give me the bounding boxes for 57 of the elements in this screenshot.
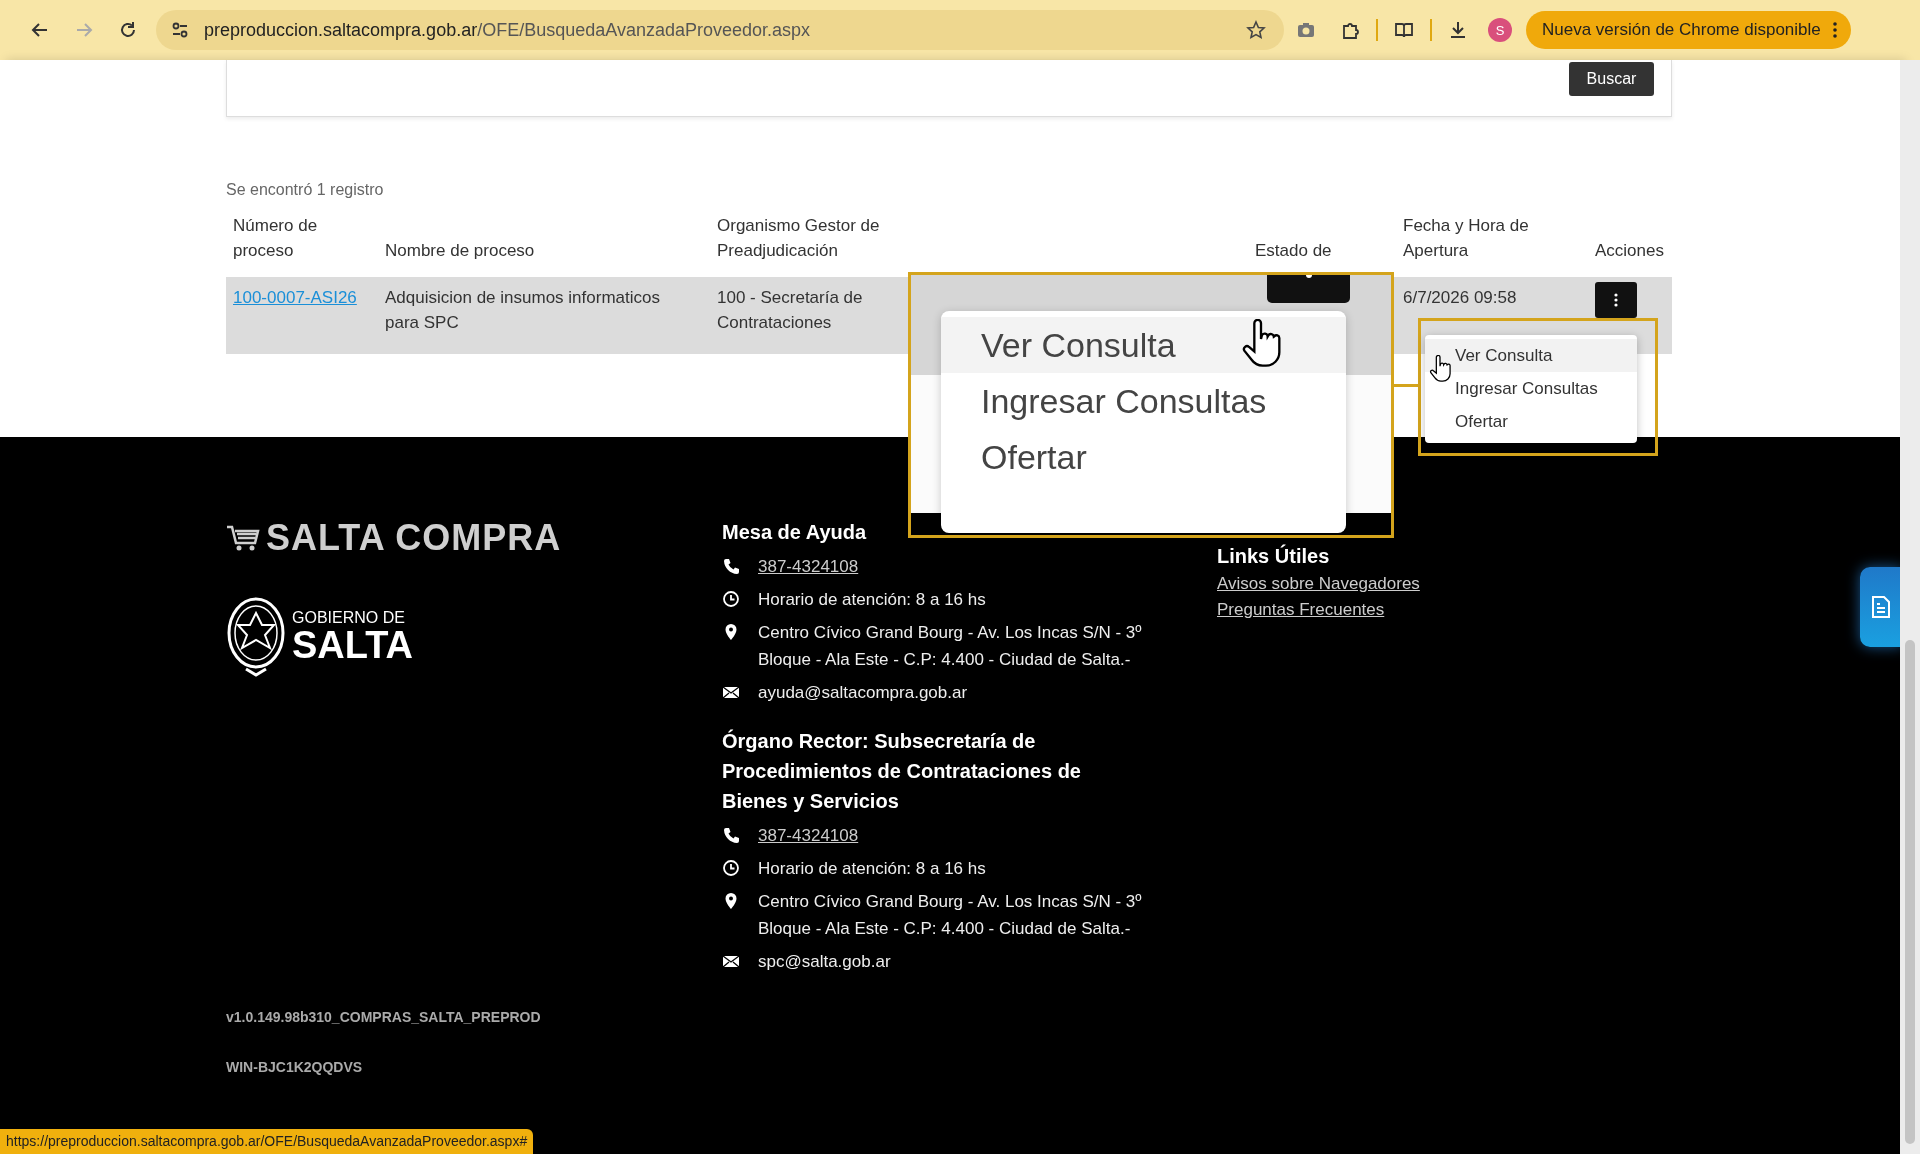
contact-text: ayuda@saltacompra.gob.ar [758,682,969,704]
cart-icon [226,524,260,552]
camera-icon [1296,20,1316,40]
kebab-menu-icon [1832,22,1837,38]
menu-item[interactable]: Ver Consulta [1425,339,1637,372]
menu-item[interactable]: Ofertar [941,429,1346,485]
results-count: Se encontró 1 registro [226,181,385,200]
contact-text: spc@salta.gob.ar [758,951,892,973]
menu-item[interactable]: Ingresar Consultas [941,373,1346,429]
clock-icon [722,590,740,608]
address-bar[interactable]: preproduccion.saltacompra.gob.ar/OFE/BusquedaAvanzadaProveedor.aspx [156,10,1284,50]
column-header: Organismo Gestor de Preadjudicación [716,215,881,262]
url-text: preproduccion.saltacompra.gob.ar/OFE/BusquedaAvanzadaProveedor.aspx [204,19,811,41]
document-tab-button[interactable] [1860,567,1902,647]
document-icon [1872,596,1890,618]
download-icon [1448,20,1468,40]
brand-logo-text: SALTA COMPRA [266,517,562,559]
footer-link[interactable]: Avisos sobre Navegadores [1217,571,1617,597]
phone-link[interactable]: 387-4324108 [758,557,859,576]
column-header: Nombre de proceso [384,240,536,262]
phone-icon [722,557,740,575]
contact-text: Horario de atención: 8 a 16 hs [758,589,987,611]
update-chrome-button[interactable]: Nueva versión de Chrome disponible [1526,11,1851,49]
menu-item[interactable]: Ingresar Consultas [1425,372,1637,405]
kebab-icon [1614,293,1618,307]
reload-icon [118,20,138,40]
server-name-text: WIN-BJC1K2QQDVS [226,1059,364,1075]
link-preview-status: https://preproduccion.saltacompra.gob.ar/OFE/BusquedaAvanzadaProveedor.aspx# [0,1129,534,1154]
contact-heading: Órgano Rector: Subsecretaría de Procedimientos de Contrataciones de Bienes y Servicios [722,728,1082,814]
book-icon [1394,20,1414,40]
profile-avatar[interactable]: S [1488,18,1512,42]
menu-item[interactable]: Ver Consulta [941,317,1346,373]
contact-heading: Mesa de Ayuda [722,520,868,545]
scrollbar-thumb[interactable] [1905,640,1915,1144]
bookmark-star-icon[interactable] [1246,20,1266,40]
version-text: v1.0.149.98b310_COMPRAS_SALTA_PREPROD [226,1009,542,1025]
column-header: Acciones [1594,240,1665,262]
provincial-seal-icon [226,595,286,679]
government-label: GOBIERNO DE [292,610,406,626]
search-button[interactable]: Buscar [1569,62,1654,96]
government-name: SALTA [292,626,413,664]
phone-link[interactable]: 387-4324108 [758,826,859,845]
more-actions-button[interactable] [1595,282,1637,318]
contact-text: Horario de atención: 8 a 16 hs [758,858,987,880]
clock-icon [722,859,740,877]
site-settings-icon [170,20,190,40]
menu-item[interactable]: Ofertar [1425,405,1637,438]
column-header: Estado de [1254,240,1333,262]
table-cell: Adquisicion de insumos informaticos para SPC [378,277,710,354]
footer-link[interactable]: Preguntas Frecuentes [1217,597,1617,623]
hand-cursor-icon [1241,319,1281,369]
column-header: Fecha y Hora de Apertura [1402,215,1530,262]
column-header: Número de proceso [232,215,319,262]
hand-cursor-icon [1429,355,1451,383]
phone-icon [722,826,740,844]
puzzle-icon [1340,20,1360,40]
links-heading: Links Útiles [1217,543,1331,569]
